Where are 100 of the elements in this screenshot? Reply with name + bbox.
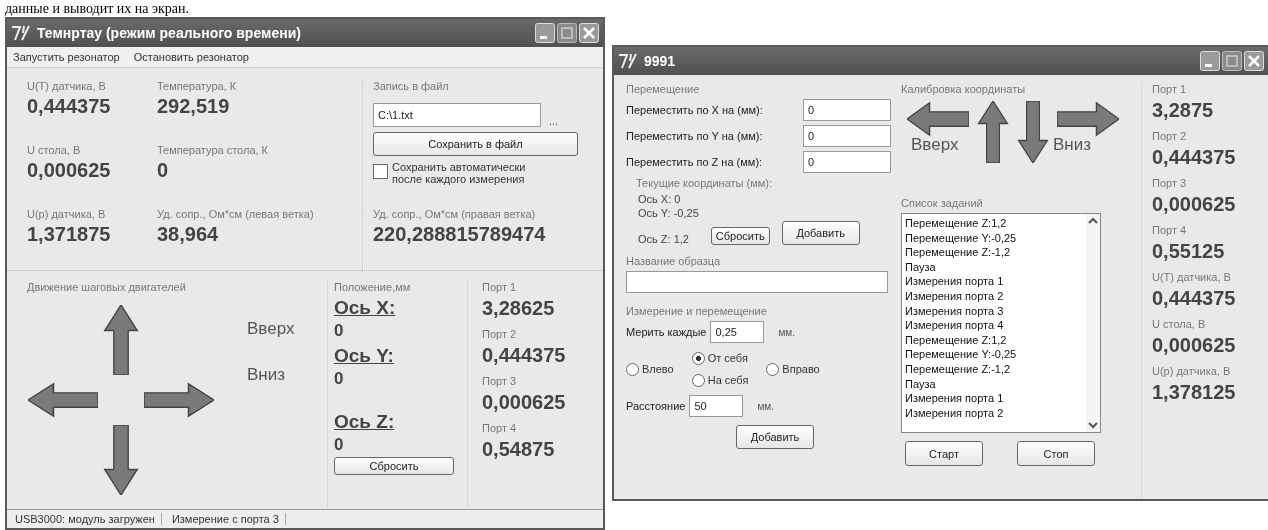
section-label: Движение шаговых двигателей xyxy=(27,281,187,293)
close-icon[interactable] xyxy=(579,23,599,43)
radio-option[interactable]: Влево xyxy=(626,362,674,376)
start-button[interactable]: Старт xyxy=(905,441,983,466)
field-label: Мерить каждые xyxy=(626,326,707,338)
add-button[interactable]: Добавить xyxy=(736,425,814,449)
input-field[interactable]: 0 xyxy=(803,151,891,173)
port-label: Порт 1 xyxy=(1152,83,1188,95)
stop-button[interactable]: Стоп xyxy=(1017,441,1095,466)
reading-label: Уд. сопр., Ом*см (правая ветка) xyxy=(373,208,537,220)
down-arrow-icon[interactable] xyxy=(1017,101,1049,163)
field-label: Переместить по X на (мм): xyxy=(626,104,763,116)
list-item[interactable]: Измерения порта 2 xyxy=(905,405,1083,421)
list-item[interactable]: Измерения порта 3 xyxy=(905,303,1083,319)
list-item[interactable]: Измерения порта 1 xyxy=(905,391,1083,406)
right-arrow-icon[interactable] xyxy=(144,382,214,418)
list-item[interactable]: Пауза xyxy=(905,376,1083,392)
port-label: Порт 3 xyxy=(482,375,518,387)
list-item[interactable]: Измерения порта 1 xyxy=(905,274,1083,289)
minimize-icon[interactable] xyxy=(535,23,555,43)
task-list[interactable] xyxy=(901,213,1101,433)
reading-label: Температура, К xyxy=(157,80,238,92)
browse-link[interactable]: ... xyxy=(549,115,559,127)
radio-option[interactable]: На себя xyxy=(691,373,749,387)
port-value: 0,000625 xyxy=(482,391,567,414)
reading-value: 0,000625 xyxy=(27,159,112,182)
port-value: 0,444375 xyxy=(1152,146,1237,169)
port-value: 1,378125 xyxy=(1152,381,1237,404)
checkbox[interactable] xyxy=(373,164,388,179)
list-item[interactable]: Перемещение Z:-1,2 xyxy=(905,245,1083,260)
coordinate-text: Ось X: 0 xyxy=(638,193,682,205)
axis-value: 0 xyxy=(334,321,345,341)
unit-label: мм. xyxy=(757,400,774,412)
right-arrow-icon[interactable] xyxy=(1057,101,1119,137)
save-file-button[interactable]: Сохранить в файл xyxy=(373,132,578,156)
list-item[interactable]: Пауза xyxy=(905,259,1083,275)
radio-option[interactable]: От себя xyxy=(691,351,749,365)
radio-label: Вправо xyxy=(782,363,820,375)
status-text: Измерение с порта 3 xyxy=(165,513,286,525)
input-field[interactable]: 0 xyxy=(803,125,891,147)
minimize-icon[interactable] xyxy=(1200,51,1220,71)
sample-name-field[interactable] xyxy=(626,271,888,293)
radio-label: На себя xyxy=(707,374,749,386)
up-arrow-icon[interactable] xyxy=(977,101,1009,163)
app-icon xyxy=(618,53,638,69)
radio-button[interactable] xyxy=(691,351,705,365)
list-item[interactable]: Перемещение Z:1,2 xyxy=(905,216,1083,231)
input-field[interactable]: 0,25 xyxy=(710,321,765,343)
port-label: U(T) датчика, В xyxy=(1152,271,1232,283)
port-label: Порт 2 xyxy=(1152,130,1188,142)
list-item[interactable]: Перемещение Z:1,2 xyxy=(905,332,1083,348)
section-label: Список заданий xyxy=(901,197,984,209)
port-label: Порт 2 xyxy=(482,328,518,340)
reading-value: 0 xyxy=(157,159,170,182)
menu-item[interactable]: Запустить резонатор xyxy=(13,51,120,63)
axis-label: Ось Z: xyxy=(334,411,396,433)
down-arrow-icon[interactable] xyxy=(103,425,139,495)
reset-button[interactable]: Сбросить xyxy=(334,457,454,475)
add-button[interactable]: Добавить xyxy=(781,221,860,245)
reset-button[interactable]: Сбросить xyxy=(710,227,770,245)
coordinate-text: Ось Y: -0,25 xyxy=(638,207,699,219)
reading-label: U(T) датчика, В xyxy=(27,80,107,92)
radio-label: От себя xyxy=(707,352,748,364)
menu-item[interactable]: Остановить резонатор xyxy=(133,51,249,63)
port-value: 0,54875 xyxy=(482,438,556,461)
port-label: U стола, В xyxy=(1152,318,1207,330)
up-label: Вверх xyxy=(911,135,959,155)
port-value: 0,55125 xyxy=(1152,240,1226,263)
radio-button[interactable] xyxy=(766,362,780,376)
up-arrow-icon[interactable] xyxy=(103,305,139,375)
reading-value: 38,964 xyxy=(157,223,220,246)
file-path-field[interactable]: C:\1.txt xyxy=(373,103,541,127)
port-value: 3,28625 xyxy=(482,297,556,320)
left-arrow-icon[interactable] xyxy=(28,382,98,418)
port-label: Порт 4 xyxy=(482,422,518,434)
reading-value: 220,288815789474 xyxy=(373,223,547,246)
radio-button[interactable] xyxy=(626,362,639,376)
list-item[interactable]: Перемещение Y:-0,25 xyxy=(905,230,1083,246)
left-arrow-icon[interactable] xyxy=(907,101,969,137)
section-label: Запись в файл xyxy=(373,80,450,92)
window-title: Темнртау (режим реального времени) xyxy=(37,25,301,41)
reading-value: 0,444375 xyxy=(27,95,112,118)
radio-option[interactable]: Вправо xyxy=(766,362,820,376)
input-field[interactable]: 0 xyxy=(803,99,891,121)
page-text: данные и выводит их на экран. xyxy=(4,0,190,17)
close-icon[interactable] xyxy=(1244,51,1264,71)
radio-button[interactable] xyxy=(691,373,705,387)
list-item[interactable]: Перемещение Z:-1,2 xyxy=(905,361,1083,377)
reading-value: 292,519 xyxy=(157,95,231,118)
axis-label: Ось X: xyxy=(334,297,397,319)
input-field[interactable]: 50 xyxy=(689,395,744,417)
list-item[interactable]: Перемещение Y:-0,25 xyxy=(905,347,1083,362)
list-item[interactable]: Измерения порта 4 xyxy=(905,318,1083,333)
list-item[interactable]: Измерения порта 2 xyxy=(905,288,1083,304)
section-label: Текущие координаты (мм): xyxy=(635,177,774,189)
section-label: Калибровка координаты xyxy=(901,83,1027,95)
port-label: Порт 1 xyxy=(482,281,518,293)
reading-label: Температура стола, К xyxy=(157,144,270,156)
field-label: Переместить по Y на (мм): xyxy=(626,130,763,142)
port-value: 0,444375 xyxy=(1152,287,1237,310)
